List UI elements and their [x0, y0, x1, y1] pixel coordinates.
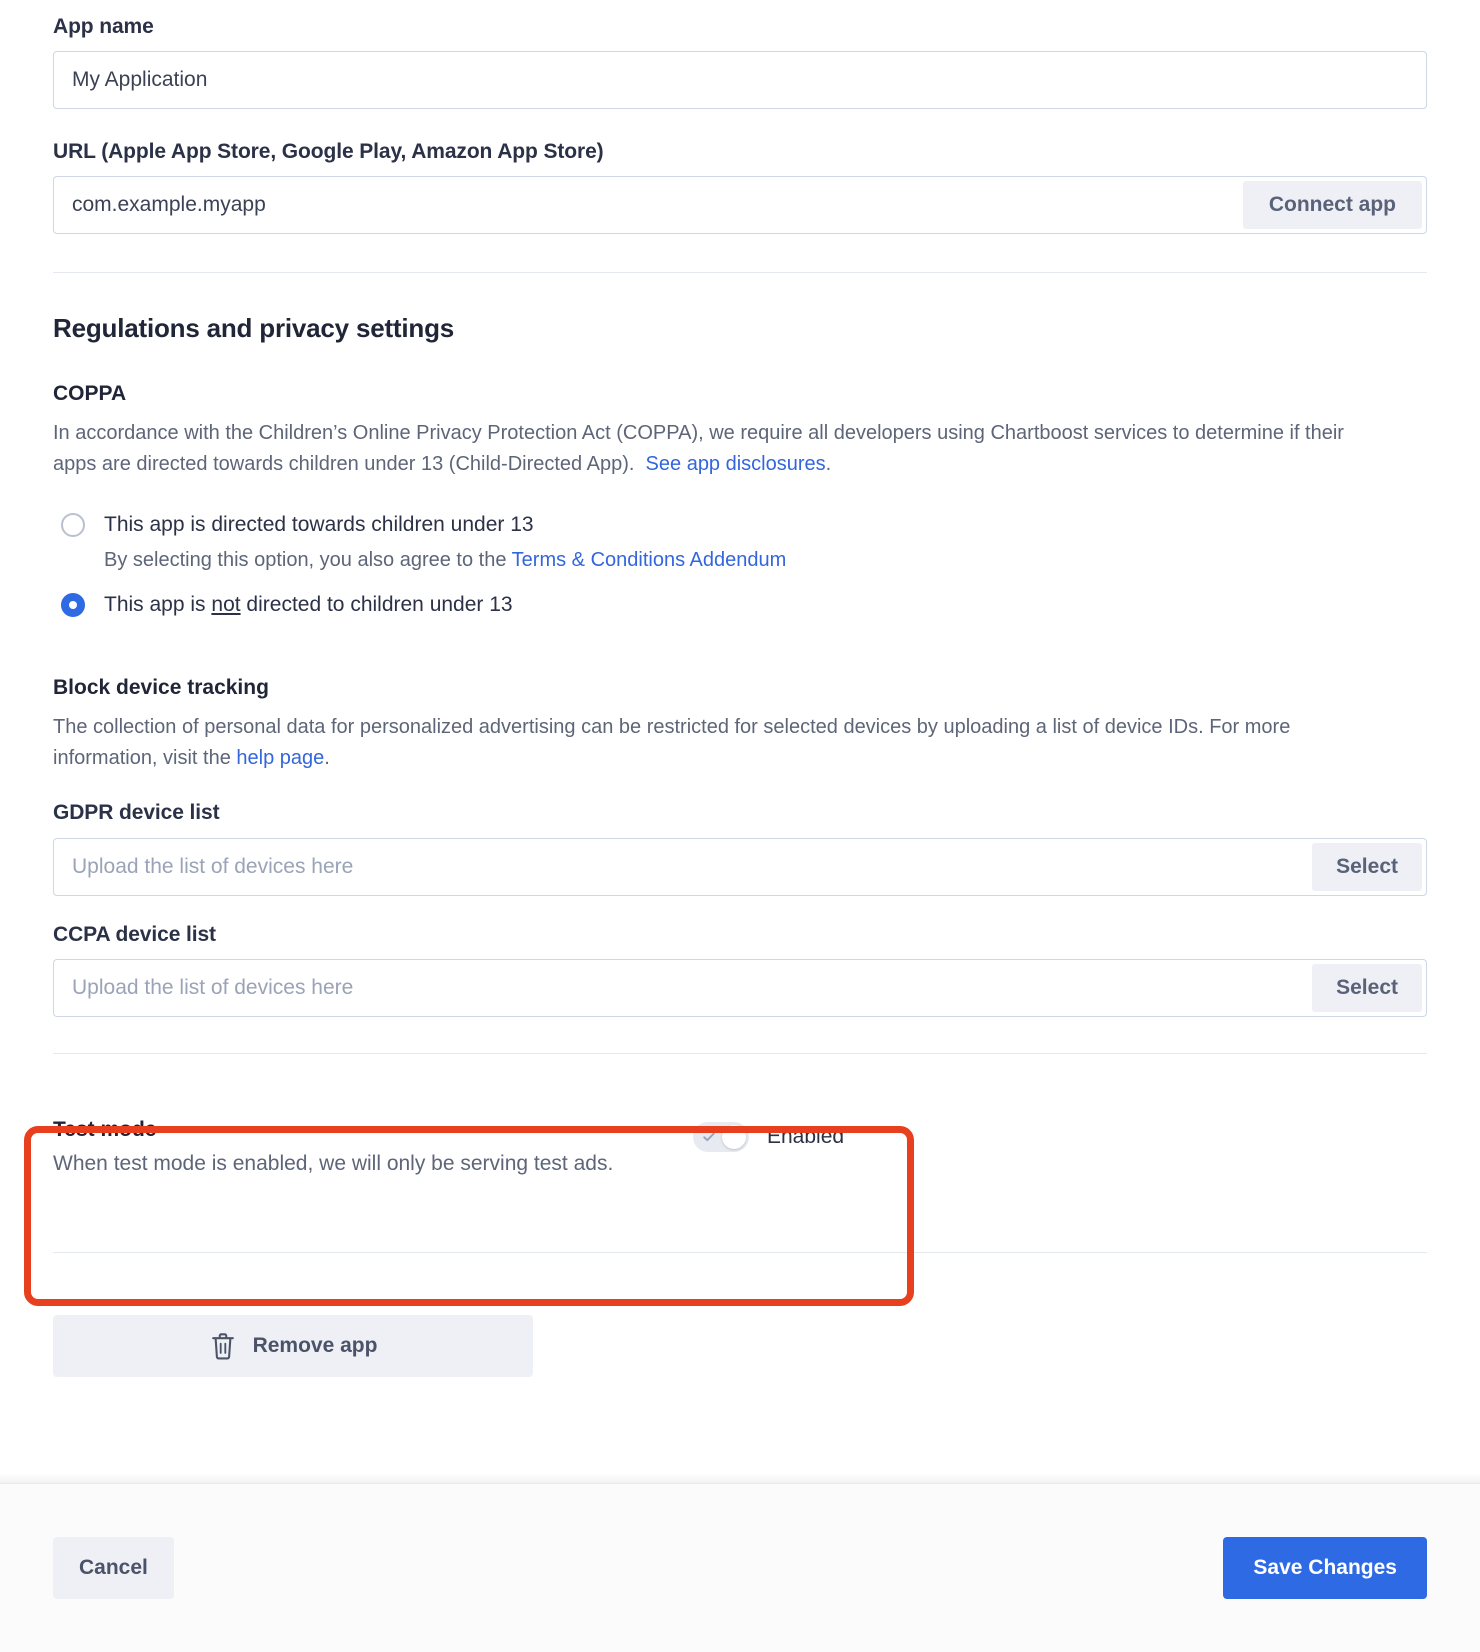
ccpa-device-list-label: CCPA device list: [53, 922, 216, 946]
coppa-description-period: .: [825, 453, 832, 476]
gdpr-device-list-group: GDPR device list Select: [53, 800, 1427, 896]
radio-label-not-directed-suffix: directed to children under 13: [240, 593, 513, 617]
test-mode-text-block: Test mode When test mode is enabled, we …: [53, 1118, 693, 1182]
block-device-tracking-description-period: .: [324, 747, 330, 770]
remove-app-label: Remove app: [252, 1333, 378, 1357]
settings-content: App name URL (Apple App Store, Google Pl…: [0, 0, 1480, 1377]
url-input-wrap[interactable]: Connect app: [53, 176, 1427, 235]
radio-option-directed[interactable]: This app is directed towards children un…: [53, 508, 1427, 542]
test-mode-inner: Test mode When test mode is enabled, we …: [53, 1096, 1427, 1182]
ccpa-device-list-input[interactable]: [54, 959, 1309, 1016]
coppa-title: COPPA: [53, 382, 127, 406]
app-name-input[interactable]: [54, 52, 1426, 109]
test-mode-toggle[interactable]: [693, 1121, 749, 1152]
test-mode-section: Test mode When test mode is enabled, we …: [53, 1096, 1427, 1256]
divider-test-mode: [53, 1052, 1427, 1054]
app-name-label: App name: [53, 15, 154, 38]
radio-label-not-directed-prefix: This app is: [104, 593, 212, 617]
app-name-field-group: App name: [53, 14, 1427, 110]
radio-label-not-directed-emphasis: not: [211, 593, 241, 617]
test-mode-description: When test mode is enabled, we will only …: [53, 1151, 614, 1175]
terms-conditions-addendum-link[interactable]: Terms & Conditions Addendum: [512, 549, 787, 571]
save-changes-button[interactable]: Save Changes: [1223, 1537, 1427, 1599]
see-app-disclosures-link[interactable]: See app disclosures: [646, 453, 826, 475]
app-name-input-wrap[interactable]: [53, 51, 1427, 110]
radio-circle-not-directed[interactable]: [61, 593, 85, 618]
block-device-tracking-title: Block device tracking: [53, 676, 269, 700]
gdpr-device-list-input[interactable]: [54, 838, 1309, 895]
radio-circle-directed[interactable]: [61, 513, 85, 538]
url-input[interactable]: [54, 177, 1239, 234]
ccpa-device-list-group: CCPA device list Select: [53, 922, 1427, 1017]
test-mode-toggle-row: Enabled: [693, 1118, 844, 1152]
trash-icon: [211, 1333, 234, 1360]
radio-sub-directed: By selecting this option, you also agree…: [104, 546, 1427, 574]
cancel-button[interactable]: Cancel: [53, 1537, 174, 1599]
test-mode-title: Test mode: [53, 1117, 157, 1141]
url-field-group: URL (Apple App Store, Google Play, Amazo…: [53, 139, 1427, 235]
radio-sub-directed-text: By selecting this option, you also agree…: [104, 549, 512, 572]
ccpa-select-button[interactable]: Select: [1312, 963, 1422, 1012]
divider-top: [53, 272, 1427, 274]
remove-app-button[interactable]: Remove app: [53, 1314, 533, 1377]
radio-option-not-directed[interactable]: This app is not directed to children und…: [53, 588, 1427, 622]
footer-bar: Cancel Save Changes: [0, 1483, 1480, 1652]
app-settings-page: App name URL (Apple App Store, Google Pl…: [0, 0, 1480, 1652]
gdpr-device-list-input-wrap[interactable]: Select: [53, 837, 1427, 896]
toggle-knob: [722, 1124, 746, 1149]
block-device-tracking-description: The collection of personal data for pers…: [53, 712, 1353, 774]
connect-app-button[interactable]: Connect app: [1242, 181, 1422, 230]
test-mode-toggle-label: Enabled: [767, 1124, 845, 1148]
coppa-radio-group: This app is directed towards children un…: [53, 508, 1427, 622]
help-page-link[interactable]: help page: [236, 747, 324, 769]
radio-label-not-directed: This app is not directed to children und…: [104, 588, 513, 622]
check-icon: [703, 1132, 715, 1141]
gdpr-device-list-label: GDPR device list: [53, 801, 220, 825]
coppa-description: In accordance with the Children’s Online…: [53, 418, 1353, 480]
url-label: URL (Apple App Store, Google Play, Amazo…: [53, 140, 604, 164]
regulations-section-title: Regulations and privacy settings: [53, 313, 455, 344]
ccpa-device-list-input-wrap[interactable]: Select: [53, 958, 1427, 1017]
radio-label-directed: This app is directed towards children un…: [104, 513, 534, 537]
gdpr-select-button[interactable]: Select: [1312, 842, 1422, 891]
footer-shadow: [0, 1473, 1480, 1483]
